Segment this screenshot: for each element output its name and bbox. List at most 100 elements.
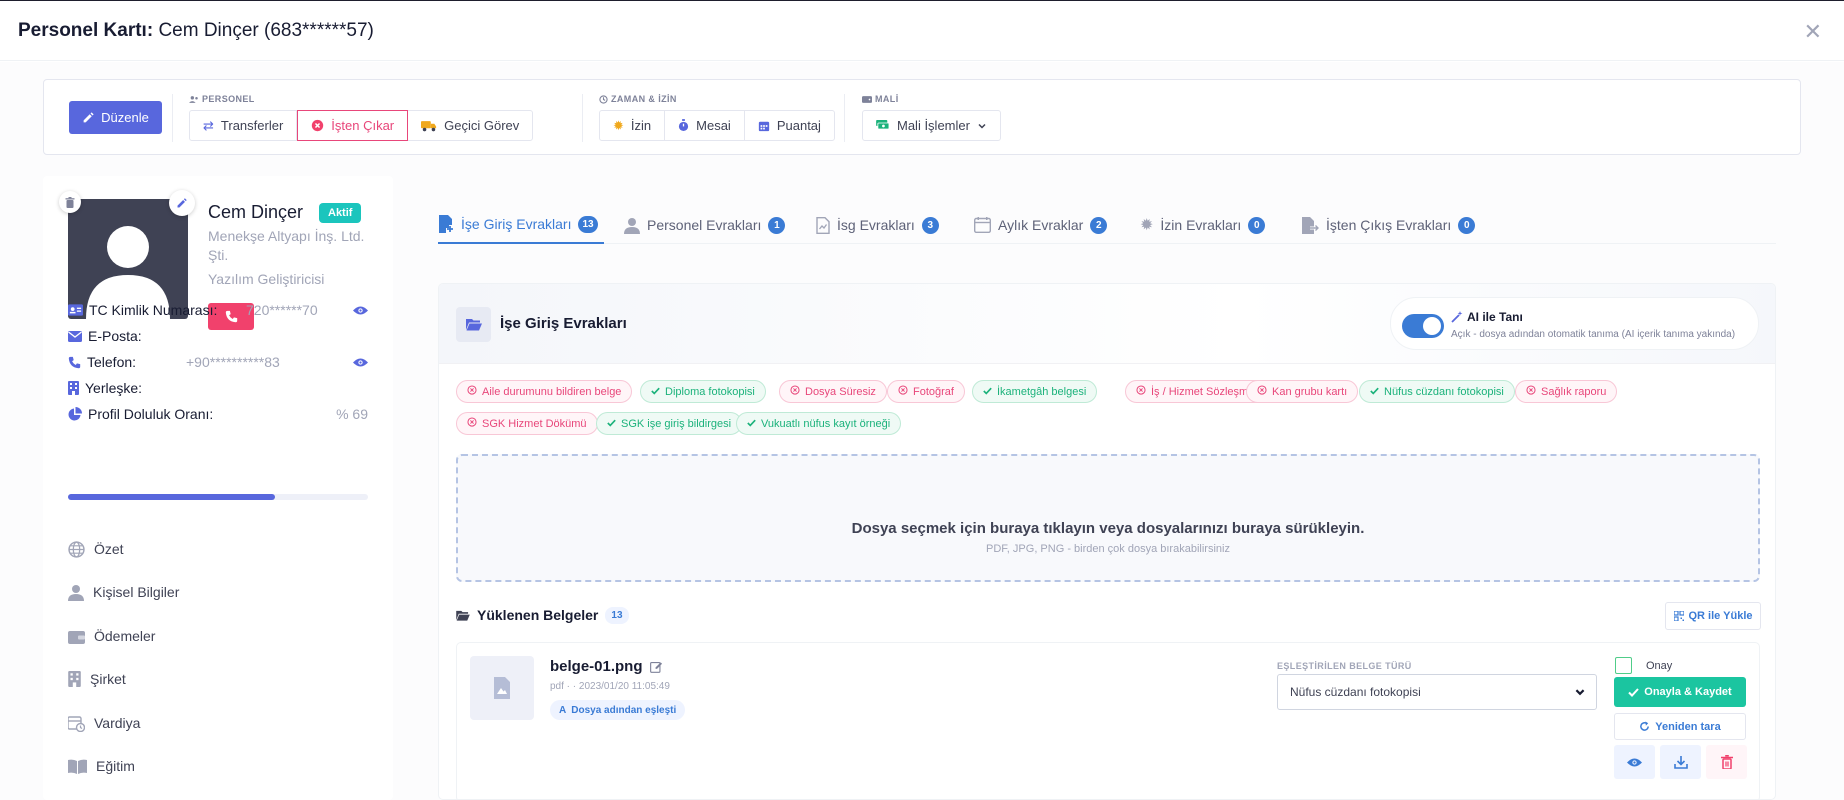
close-icon[interactable]: ✕ xyxy=(1804,21,1822,43)
status-badge: Aktif xyxy=(319,203,362,223)
tab-count-badge: 0 xyxy=(1458,216,1476,234)
sun-icon: ✹ xyxy=(613,117,624,133)
edit-photo-icon[interactable] xyxy=(169,190,195,216)
user-icon xyxy=(624,217,640,234)
completion-progress-bar xyxy=(68,494,368,500)
completion-value: % 69 xyxy=(336,406,368,422)
circle-x-icon xyxy=(790,385,800,398)
company-name: Menekşe Altyapı İnş. Ltd. Şti. xyxy=(208,228,365,263)
tab-count-badge: 3 xyxy=(921,216,939,234)
file-chart-icon xyxy=(816,216,830,234)
nav-item-company[interactable]: Şirket xyxy=(68,668,126,690)
document-chip-missing[interactable]: Fotoğraf xyxy=(887,380,965,403)
ai-subtitle: Açık - dosya adından otomatik tanıma (AI… xyxy=(1451,329,1736,340)
nav-item-education[interactable]: Eğitim xyxy=(68,755,135,777)
pie-chart-icon xyxy=(68,407,82,421)
calendar-icon xyxy=(974,217,991,233)
approve-save-button[interactable]: Onayla & Kaydet xyxy=(1614,677,1746,707)
clock-icon xyxy=(599,94,608,104)
document-tabs: İşe Giriş Evrakları 13 Personel Evraklar… xyxy=(438,206,1776,244)
file-dropzone[interactable]: Dosya seçmek için buraya tıklayın veya d… xyxy=(456,454,1760,582)
transfers-button[interactable]: ⇄ Transferler xyxy=(190,111,298,140)
document-chip-ok[interactable]: İkametgâh belgesi xyxy=(972,380,1098,403)
document-chip-ok[interactable]: Diploma fotokopisi xyxy=(640,380,766,403)
tab-leave-documents[interactable]: ✹ İzin Evrakları 0 xyxy=(1140,206,1266,244)
reveal-phone-eye-icon[interactable] xyxy=(353,355,368,371)
tab-monthly-documents[interactable]: Aylık Evraklar 2 xyxy=(974,206,1108,244)
nav-item-personal[interactable]: Kişisel Bilgiler xyxy=(68,581,179,603)
download-icon xyxy=(1673,756,1688,769)
tc-value: 720******70 xyxy=(246,302,318,318)
info-tc: TC Kimlik Numarası: 720******70 xyxy=(68,300,368,320)
document-chip-ok[interactable]: Nüfus cüzdanı fotokopisi xyxy=(1359,380,1515,403)
entry-documents-panel: İşe Giriş Evrakları AI ile Tanı Açık - d… xyxy=(438,283,1776,800)
preview-button[interactable] xyxy=(1614,745,1655,779)
edit-button[interactable]: Düzenle xyxy=(69,101,162,134)
nav-item-shift[interactable]: Vardiya xyxy=(68,712,140,734)
document-chip-ok[interactable]: SGK işe giriş bildirgesi xyxy=(596,412,743,435)
info-phone: Telefon: +90**********83 xyxy=(68,352,368,372)
ai-recognition-toggle-box: AI ile Tanı Açık - dosya adından otomati… xyxy=(1390,297,1759,350)
qr-upload-button[interactable]: QR ile Yükle xyxy=(1665,602,1761,630)
financial-operations-dropdown[interactable]: Mali İşlemler xyxy=(863,111,1000,140)
nav-item-summary[interactable]: Özet xyxy=(68,538,124,560)
tab-exit-documents[interactable]: İşten Çıkış Evrakları 0 xyxy=(1301,206,1476,244)
refresh-icon xyxy=(1640,721,1650,731)
circle-x-icon xyxy=(467,417,477,430)
trash-icon xyxy=(1720,755,1733,769)
document-chip-missing[interactable]: Kan grubu kartı xyxy=(1246,380,1359,403)
approve-checkbox[interactable] xyxy=(1615,657,1632,674)
document-chip-missing[interactable]: Sağlık raporu xyxy=(1515,380,1618,403)
sun-icon: ✹ xyxy=(1140,217,1154,234)
tab-entry-documents[interactable]: İşe Giriş Evrakları 13 xyxy=(438,206,604,244)
mali-button-group: Mali İşlemler xyxy=(862,110,1001,141)
wallet-icon xyxy=(68,630,85,644)
nav-item-payments[interactable]: Ödemeler xyxy=(68,625,155,647)
document-chip-ok[interactable]: Vukuatlı nüfus kayıt örneği xyxy=(736,412,902,435)
reveal-tc-eye-icon[interactable] xyxy=(353,303,368,319)
rescan-button[interactable]: Yeniden tara xyxy=(1614,713,1746,740)
delete-button[interactable] xyxy=(1706,745,1747,779)
circle-x-icon xyxy=(312,119,324,132)
transfer-arrows-icon: ⇄ xyxy=(203,117,214,133)
id-card-icon xyxy=(68,304,83,316)
tab-count-badge: 2 xyxy=(1090,216,1108,234)
document-chip-missing[interactable]: Dosya Süresiz xyxy=(779,380,887,403)
panel-title: İşe Giriş Evrakları xyxy=(500,315,627,332)
personel-button-group: ⇄ Transferler İşten Çıkar Geçici Görev xyxy=(189,110,534,141)
file-plus-icon xyxy=(439,215,453,233)
calendar-clock-icon xyxy=(68,715,85,732)
dismiss-button[interactable]: İşten Çıkar xyxy=(297,110,409,141)
document-chip-missing[interactable]: Aile durumunu bildiren belge xyxy=(456,380,633,403)
check-icon xyxy=(747,418,756,430)
circle-x-icon xyxy=(1136,385,1146,398)
book-open-icon xyxy=(68,759,87,774)
overtime-button[interactable]: Mesai xyxy=(665,111,745,140)
letter-a-icon: A xyxy=(559,704,567,716)
delete-photo-icon[interactable] xyxy=(59,191,81,213)
tab-ohs-documents[interactable]: İsg Evrakları 3 xyxy=(816,206,939,244)
timesheet-button[interactable]: Puantaj xyxy=(745,111,834,140)
folder-open-icon xyxy=(456,307,491,342)
document-type-select[interactable]: Nüfus cüzdanı fotokopisi xyxy=(1277,674,1597,710)
tab-personnel-documents[interactable]: Personel Evrakları 1 xyxy=(624,206,786,244)
document-chip-missing[interactable]: SGK Hizmet Dökümü xyxy=(456,412,598,435)
temp-duty-button[interactable]: Geçici Görev xyxy=(408,111,532,140)
info-completion: Profil Doluluk Oranı: % 69 xyxy=(68,404,368,424)
group-label-mali: MALİ xyxy=(862,94,899,104)
stopwatch-icon xyxy=(679,119,689,131)
group-label-zaman: ZAMAN & İZİN xyxy=(599,94,677,104)
dropzone-subtitle: PDF, JPG, PNG - birden çok dosya bırakab… xyxy=(986,543,1230,555)
leave-button[interactable]: ✹ İzin xyxy=(600,111,666,140)
file-image-icon xyxy=(470,656,534,720)
circle-x-icon xyxy=(1257,385,1267,398)
group-label-personel: PERSONEL xyxy=(189,94,255,104)
ai-recognition-toggle[interactable] xyxy=(1402,314,1444,338)
download-button[interactable] xyxy=(1660,745,1701,779)
chevron-down-icon xyxy=(978,123,986,129)
rename-edit-icon[interactable] xyxy=(649,660,663,673)
wallet-icon xyxy=(862,95,872,103)
money-stack-icon xyxy=(876,119,890,129)
phone-icon xyxy=(68,356,81,368)
envelope-icon xyxy=(68,330,82,342)
